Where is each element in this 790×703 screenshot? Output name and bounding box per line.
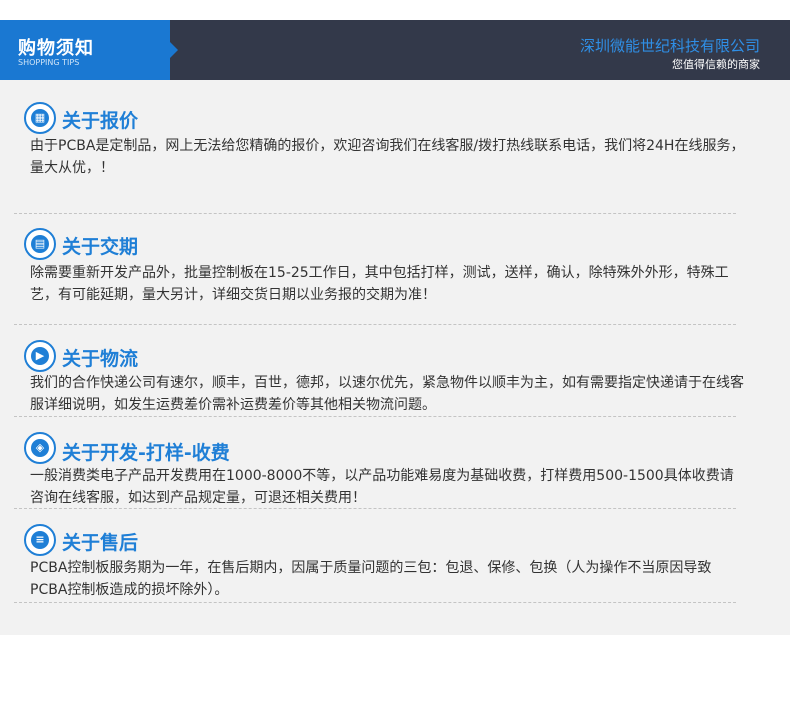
section-title: 关于交期 — [62, 236, 139, 258]
delivery-schedule-icon: ▤ — [24, 228, 56, 260]
header-tag: 购物须知 SHOPPING TIPS — [0, 20, 170, 80]
company-slogan: 您值得信赖的商家 — [672, 58, 760, 71]
document-icon: ≡ — [24, 524, 56, 556]
section-title: 关于开发-打样-收费 — [62, 442, 230, 464]
section-body: 一般消费类电子产品开发费用在1000-8000不等，以产品功能难易度为基础收费，… — [30, 468, 734, 506]
dashed-divider — [14, 416, 736, 417]
section-body: PCBA控制板服务期为一年，在售后期内，因属于质量问题的三包：包退、保修、包换（… — [30, 560, 712, 598]
grid-icon: ▦ — [24, 102, 56, 134]
section-title: 关于报价 — [62, 110, 139, 132]
tag-arrow-shape — [170, 42, 178, 58]
header-subtitle: SHOPPING TIPS — [18, 58, 80, 67]
layers-icon: ◈ — [24, 432, 56, 464]
truck-icon: ▶ — [24, 340, 56, 372]
section-body: 除需要重新开发产品外，批量控制板在15-25工作日，其中包括打样，测试，送样，确… — [30, 265, 729, 303]
section-title: 关于物流 — [62, 348, 139, 370]
section-title: 关于售后 — [62, 532, 139, 554]
section-body: 我们的合作快递公司有速尔，顺丰，百世，德邦，以速尔优先，紧急物件以顺丰为主，如有… — [30, 375, 744, 413]
dashed-divider — [14, 324, 736, 325]
section-body: 由于PCBA是定制品，网上无法给您精确的报价，欢迎咨询我们在线客服/拨打热线联系… — [30, 138, 745, 176]
dashed-divider — [14, 508, 736, 509]
dashed-divider — [14, 213, 736, 214]
company-name: 深圳微能世纪科技有限公司 — [579, 37, 760, 55]
shopping-tips-header: 购物须知 SHOPPING TIPS 深圳微能世纪科技有限公司 您值得信赖的商家 — [0, 20, 790, 80]
header-title: 购物须知 — [18, 38, 94, 59]
dashed-divider — [14, 602, 736, 603]
